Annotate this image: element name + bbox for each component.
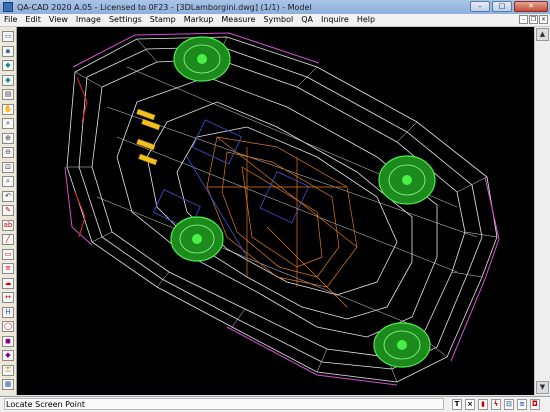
body-edge-outline (64, 32, 500, 386)
menu-symbol[interactable]: Symbol (259, 14, 297, 26)
open-icon[interactable]: ▭ (2, 31, 14, 42)
menu-inquire[interactable]: Inquire (317, 14, 353, 26)
menu-file[interactable]: File (0, 14, 21, 26)
status-bar: Locate Screen Point T × ▮ ϟ ⊟ ≋ ◘ (0, 396, 550, 412)
window-title: QA-CAD 2020 A.05 - Licensed to 0F23 - [3… (17, 2, 312, 12)
wheel-rear-left (170, 216, 224, 262)
wheel-front-left (173, 36, 231, 82)
tool-palette: ▭ ▪ ◆ ◆ ▤ ✋ ⌕ ⊕ ⊖ ⊡ ⌕ ↶ ✎ ab ╱ ▭ ≡ ☁ ↔ H ◯ ◼ ◆ ⚿ ▦ (0, 27, 17, 395)
doc-close-button[interactable]: × (539, 15, 548, 24)
flag-icon[interactable]: ▮ (478, 399, 488, 410)
menu-settings[interactable]: Settings (105, 14, 146, 26)
menu-bar: File Edit View Image Settings Stamp Mark… (0, 14, 550, 27)
close-button[interactable]: ✕ (514, 1, 548, 12)
menu-help[interactable]: Help (353, 14, 379, 26)
app-icon (3, 2, 13, 12)
report-icon[interactable]: ▦ (2, 379, 14, 390)
balloon-icon[interactable]: ◯ (2, 321, 14, 332)
camera-icon[interactable]: ◘ (530, 399, 540, 410)
menu-markup[interactable]: Markup (180, 14, 218, 26)
text-mode-icon[interactable]: T (452, 399, 462, 410)
zoom-in-icon[interactable]: ⊕ (2, 132, 14, 144)
export-icon[interactable]: ◆ (2, 74, 14, 86)
note-icon[interactable]: ≡ (2, 263, 14, 274)
document-controls: – ❐ × (519, 15, 548, 24)
undo-icon[interactable]: ↶ (2, 190, 14, 202)
pan-icon[interactable]: ✋ (2, 103, 14, 115)
wheel-rear-right (373, 322, 431, 368)
vertical-scrollbar[interactable]: ▲ ▼ (534, 27, 550, 395)
key-icon[interactable]: ⚿ (2, 364, 14, 376)
title-bar: QA-CAD 2020 A.05 - Licensed to 0F23 - [3… (0, 0, 550, 14)
print-icon[interactable]: ▤ (2, 89, 14, 100)
zoom-out-icon[interactable]: ⊖ (2, 147, 14, 158)
stamp-icon[interactable]: ◆ (2, 60, 14, 71)
symbol-icon[interactable]: ◆ (2, 350, 14, 361)
filter-icon[interactable]: ⊟ (504, 399, 514, 410)
car-body-wireframe (66, 36, 498, 383)
zoom-extents-icon[interactable]: ⌕ (2, 176, 14, 187)
menu-measure[interactable]: Measure (217, 14, 259, 26)
status-message: Locate Screen Point (6, 400, 86, 409)
scroll-up-icon[interactable]: ▲ (536, 28, 549, 41)
pencil-icon[interactable]: ✎ (2, 205, 14, 216)
wireframe-drawing[interactable] (17, 27, 534, 395)
minimize-button[interactable]: – (470, 1, 490, 12)
maximize-button[interactable]: □ (492, 1, 512, 12)
menu-qa[interactable]: QA (297, 14, 317, 26)
zoom-icon[interactable]: ⌕ (2, 118, 14, 129)
menu-view[interactable]: View (45, 14, 72, 26)
doc-minimize-button[interactable]: – (519, 15, 528, 24)
measure-icon[interactable]: H (2, 306, 14, 318)
zoom-window-icon[interactable]: ⊡ (2, 161, 14, 173)
drawing-canvas[interactable] (17, 27, 534, 395)
rectangle-icon[interactable]: ▭ (2, 248, 14, 260)
dimension-icon[interactable]: ↔ (2, 292, 14, 303)
layers-icon[interactable]: ≋ (517, 399, 527, 410)
menu-image[interactable]: Image (72, 14, 105, 26)
lightning-icon[interactable]: ϟ (491, 399, 501, 410)
menu-edit[interactable]: Edit (21, 14, 45, 26)
window-controls: – □ ✕ (470, 1, 548, 12)
doc-restore-button[interactable]: ❐ (529, 15, 538, 24)
save-icon[interactable]: ▪ (2, 45, 14, 57)
delete-icon[interactable]: × (465, 399, 475, 410)
cloud-icon[interactable]: ☁ (2, 277, 14, 289)
line-icon[interactable]: ╱ (2, 234, 14, 245)
wheel-front-right (378, 155, 436, 205)
text-icon[interactable]: ab (2, 219, 14, 231)
scroll-down-icon[interactable]: ▼ (536, 381, 549, 394)
seat-detail (136, 108, 161, 166)
menu-stamp[interactable]: Stamp (146, 14, 180, 26)
highlight-icon[interactable]: ◼ (2, 335, 14, 347)
